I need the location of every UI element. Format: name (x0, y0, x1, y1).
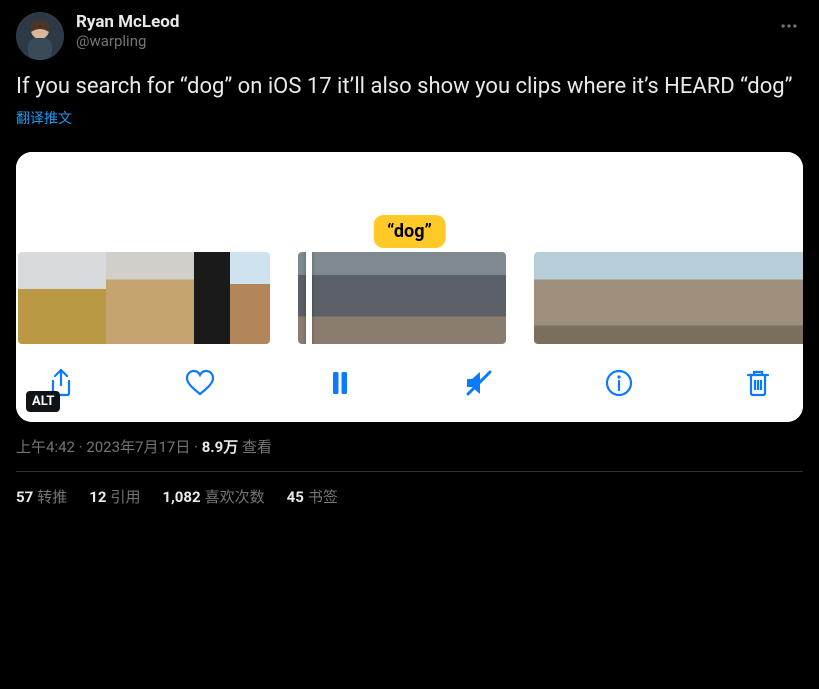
tweet-stats: 57转推 12引用 1,082喜欢次数 45书签 (16, 486, 803, 507)
heart-icon (184, 367, 216, 399)
thumbnail (614, 252, 654, 344)
thumbnail (734, 252, 774, 344)
thumbnail (18, 252, 62, 344)
likes-stat[interactable]: 1,082喜欢次数 (162, 486, 264, 507)
thumbnail (534, 252, 574, 344)
divider (16, 471, 803, 472)
tweet-date[interactable]: 2023年7月17日 (86, 438, 190, 456)
retweets-stat[interactable]: 57转推 (16, 486, 67, 507)
trash-icon (742, 367, 774, 399)
tweet-container: Ryan McLeod @warpling If you search for … (0, 0, 819, 519)
mute-icon (463, 367, 495, 399)
thumbnail (106, 252, 150, 344)
thumbnail (654, 252, 694, 344)
clip-group[interactable] (534, 252, 803, 344)
thumbnail (350, 252, 402, 344)
thumbnail (150, 252, 194, 344)
tweet-time[interactable]: 上午4:42 (16, 438, 75, 456)
media-header: “dog” (16, 152, 803, 252)
delete-button[interactable] (741, 366, 775, 400)
info-button[interactable] (602, 366, 636, 400)
media-card[interactable]: “dog” (16, 152, 803, 422)
user-handle[interactable]: @warpling (76, 32, 763, 52)
pause-icon (324, 367, 356, 399)
ellipsis-icon (779, 16, 799, 36)
info-icon (603, 367, 635, 399)
quotes-stat[interactable]: 12引用 (89, 486, 140, 507)
pause-button[interactable] (323, 366, 357, 400)
translate-link[interactable]: 翻译推文 (16, 108, 72, 128)
avatar-image (16, 12, 64, 60)
thumbnail (194, 252, 230, 344)
tweet-meta: 上午4:42 · 2023年7月17日 · 8.9万 查看 (16, 436, 803, 457)
thumbnail (574, 252, 614, 344)
avatar[interactable] (16, 12, 64, 60)
thumbnail (230, 252, 270, 344)
clip-group[interactable] (18, 252, 270, 344)
tweet-text: If you search for “dog” on iOS 17 it’ll … (16, 72, 803, 102)
views-label[interactable]: 查看 (238, 438, 272, 456)
display-name[interactable]: Ryan McLeod (76, 12, 763, 32)
alt-badge[interactable]: ALT (26, 391, 60, 412)
media-toolbar (16, 348, 803, 422)
thumbnail (402, 252, 454, 344)
bookmarks-stat[interactable]: 45书签 (287, 486, 338, 507)
like-button[interactable] (183, 366, 217, 400)
thumbnail (694, 252, 734, 344)
views-count: 8.9万 (202, 438, 239, 456)
thumbnail (62, 252, 106, 344)
tweet-header: Ryan McLeod @warpling (16, 12, 803, 60)
thumbnail (774, 252, 803, 344)
playhead[interactable] (306, 252, 312, 344)
mute-button[interactable] (462, 366, 496, 400)
more-button[interactable] (775, 12, 803, 45)
clip-group[interactable] (298, 252, 506, 344)
user-info: Ryan McLeod @warpling (76, 12, 763, 52)
caption-highlight: “dog” (373, 215, 446, 248)
thumbnail (454, 252, 506, 344)
video-timeline[interactable] (16, 252, 803, 348)
